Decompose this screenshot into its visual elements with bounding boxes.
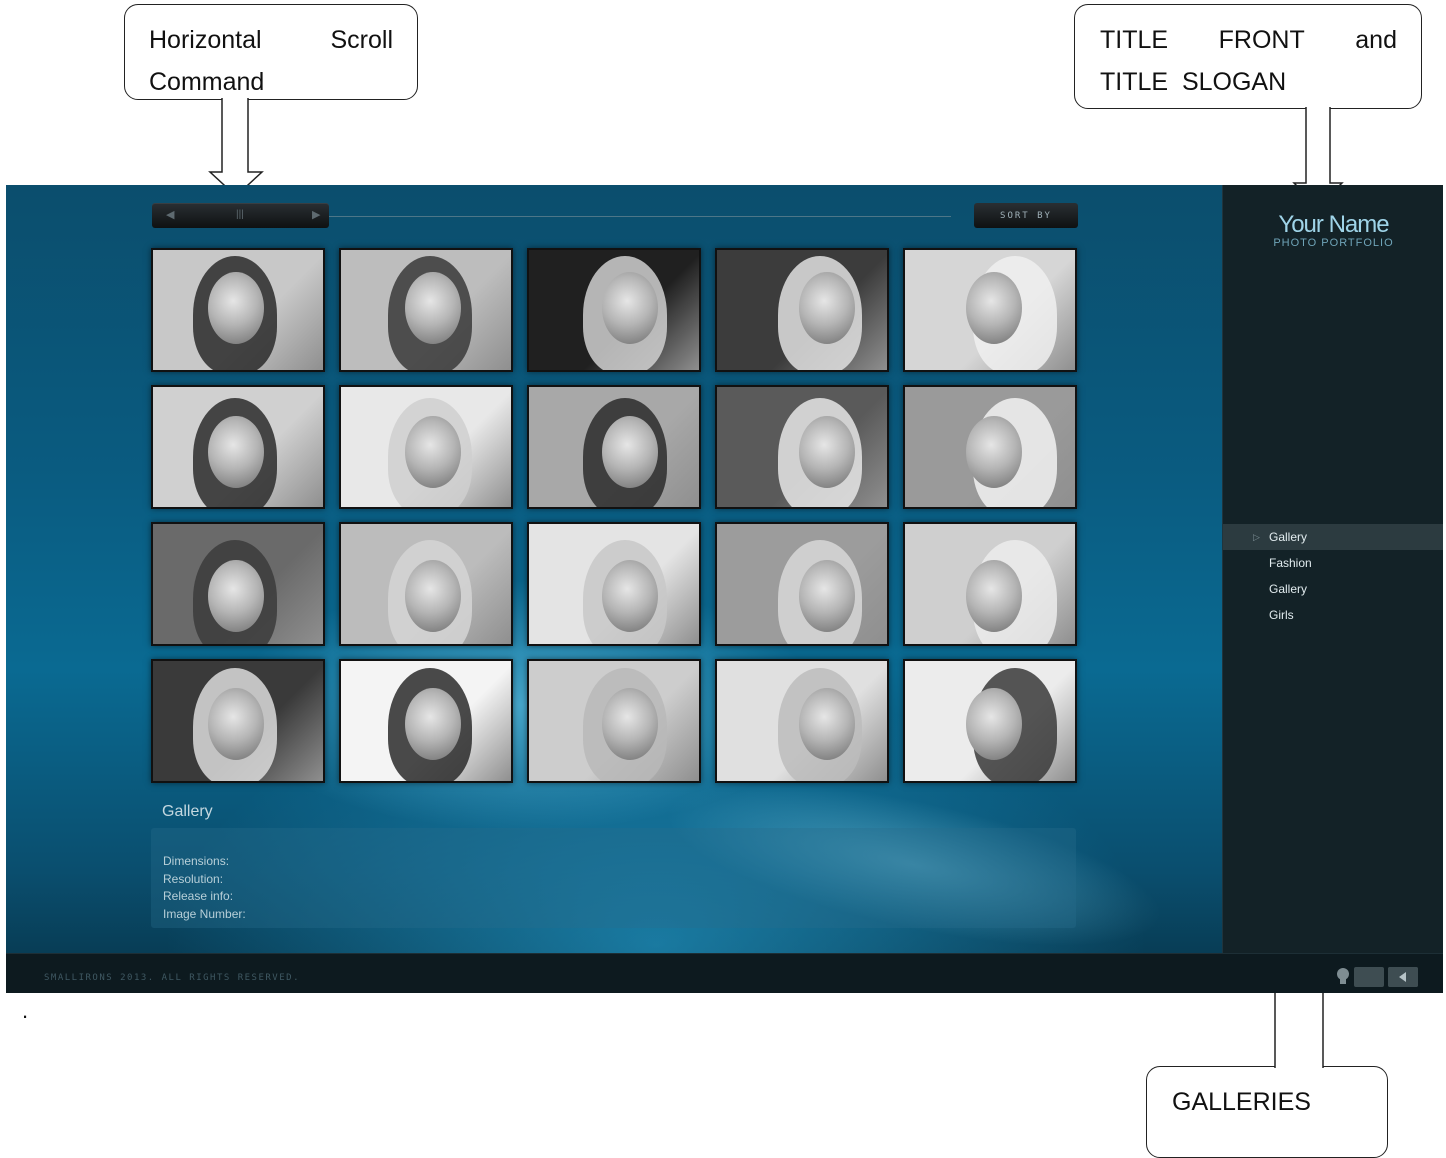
callout-title-front: TITLE FRONT and TITLE SLOGAN bbox=[1074, 4, 1422, 109]
scroll-right-icon[interactable]: ▶ bbox=[312, 208, 320, 221]
nav-item-gallery[interactable]: ▷ Gallery bbox=[1223, 524, 1443, 550]
scroll-grip-icon[interactable]: ||| bbox=[236, 209, 244, 220]
gallery-thumbnail[interactable] bbox=[339, 522, 513, 646]
nav-item-gallery-2[interactable]: Gallery bbox=[1223, 576, 1443, 602]
sort-by-button[interactable]: SORT BY bbox=[974, 203, 1078, 228]
gallery-thumbnail[interactable] bbox=[903, 385, 1077, 509]
photo-portrait bbox=[799, 272, 855, 344]
photo-portrait bbox=[405, 416, 461, 488]
info-release: Release info: bbox=[163, 889, 234, 903]
gallery-thumbnail[interactable] bbox=[339, 248, 513, 372]
photo-portrait bbox=[602, 416, 658, 488]
callout-galleries: GALLERIES bbox=[1146, 1066, 1388, 1158]
gallery-nav: ▷ Gallery Fashion Gallery Girls bbox=[1223, 524, 1443, 628]
lightbulb-icon[interactable] bbox=[1336, 967, 1350, 987]
nav-item-label: Fashion bbox=[1269, 556, 1312, 570]
callout-horizontal-scroll: Horizontal Scroll Command bbox=[124, 4, 418, 100]
info-image-number: Image Number: bbox=[163, 907, 246, 921]
site-title[interactable]: Your Name bbox=[1223, 211, 1443, 239]
gallery-thumbnail[interactable] bbox=[339, 385, 513, 509]
site-slogan: PHOTO PORTFOLIO bbox=[1273, 237, 1394, 249]
photo-portrait bbox=[405, 560, 461, 632]
photo-portrait bbox=[208, 560, 264, 632]
nav-item-fashion[interactable]: Fashion bbox=[1223, 550, 1443, 576]
callout-text: Horizontal bbox=[149, 26, 262, 54]
photo-portrait bbox=[208, 272, 264, 344]
nav-active-icon: ▷ bbox=[1253, 532, 1260, 542]
photo-portrait bbox=[602, 272, 658, 344]
photo-portrait bbox=[405, 688, 461, 760]
callout-text: TITLE SLOGAN bbox=[1100, 68, 1287, 96]
gallery-thumbnail[interactable] bbox=[339, 659, 513, 783]
sidebar: Your Name PHOTO PORTFOLIO ▷ Gallery Fash… bbox=[1222, 185, 1443, 993]
horizontal-scroll-control[interactable]: ◀ ||| ▶ bbox=[152, 203, 329, 228]
info-dimensions: Dimensions: bbox=[163, 854, 230, 868]
photo-portrait bbox=[966, 688, 1022, 760]
gallery-thumbnail[interactable] bbox=[715, 659, 889, 783]
nav-item-girls[interactable]: Girls bbox=[1223, 602, 1443, 628]
gallery-thumbnail[interactable] bbox=[903, 659, 1077, 783]
photo-portrait bbox=[799, 688, 855, 760]
gallery-thumbnail[interactable] bbox=[715, 522, 889, 646]
callout-text: TITLE bbox=[1100, 26, 1169, 54]
gallery-thumbnail[interactable] bbox=[715, 248, 889, 372]
gallery-thumbnail[interactable] bbox=[151, 522, 325, 646]
photo-portrait bbox=[208, 688, 264, 760]
gallery-thumbnail[interactable] bbox=[715, 385, 889, 509]
callout-text: GALLERIES bbox=[1172, 1088, 1311, 1116]
callout-text: Scroll bbox=[330, 26, 393, 54]
info-resolution: Resolution: bbox=[163, 872, 224, 886]
gallery-thumbnail[interactable] bbox=[151, 659, 325, 783]
gallery-thumbnail[interactable] bbox=[151, 248, 325, 372]
image-info-panel: Dimensions: Resolution: Release info: Im… bbox=[151, 828, 1076, 928]
gallery-thumbnail[interactable] bbox=[527, 522, 701, 646]
gallery-thumbnail[interactable] bbox=[903, 248, 1077, 372]
callout-text: and bbox=[1355, 26, 1397, 54]
fullscreen-icon[interactable] bbox=[1354, 967, 1384, 987]
footer: SMALLIRONS 2013. ALL RIGHTS RESERVED. bbox=[6, 953, 1443, 993]
scroll-track[interactable] bbox=[329, 216, 951, 217]
gallery-thumbnail[interactable] bbox=[151, 385, 325, 509]
photo-portrait bbox=[405, 272, 461, 344]
photo-portrait bbox=[966, 560, 1022, 632]
gallery-caption-title: Gallery bbox=[162, 803, 213, 820]
portfolio-screenshot: ◀ ||| ▶ SORT BY Gallery Dimensions: Reso… bbox=[6, 185, 1443, 993]
copyright-text: SMALLIRONS 2013. ALL RIGHTS RESERVED. bbox=[44, 973, 300, 983]
photo-portrait bbox=[602, 688, 658, 760]
nav-item-label: Gallery bbox=[1269, 582, 1308, 596]
nav-item-label: Gallery bbox=[1269, 530, 1308, 544]
scroll-left-icon[interactable]: ◀ bbox=[166, 208, 174, 221]
gallery-thumbnail[interactable] bbox=[527, 659, 701, 783]
callout-text: FRONT bbox=[1218, 26, 1305, 54]
photo-portrait bbox=[966, 416, 1022, 488]
photo-portrait bbox=[966, 272, 1022, 344]
callout-text: Command bbox=[149, 68, 265, 96]
gallery-thumbnail[interactable] bbox=[527, 385, 701, 509]
gallery-thumbnail[interactable] bbox=[527, 248, 701, 372]
photo-portrait bbox=[799, 416, 855, 488]
nav-item-label: Girls bbox=[1269, 608, 1294, 622]
sound-icon[interactable] bbox=[1388, 967, 1418, 987]
stray-period: . bbox=[22, 998, 29, 1023]
photo-portrait bbox=[602, 560, 658, 632]
gallery-thumbnail[interactable] bbox=[903, 522, 1077, 646]
photo-portrait bbox=[208, 416, 264, 488]
arrow-down-icon bbox=[208, 98, 264, 198]
photo-portrait bbox=[799, 560, 855, 632]
